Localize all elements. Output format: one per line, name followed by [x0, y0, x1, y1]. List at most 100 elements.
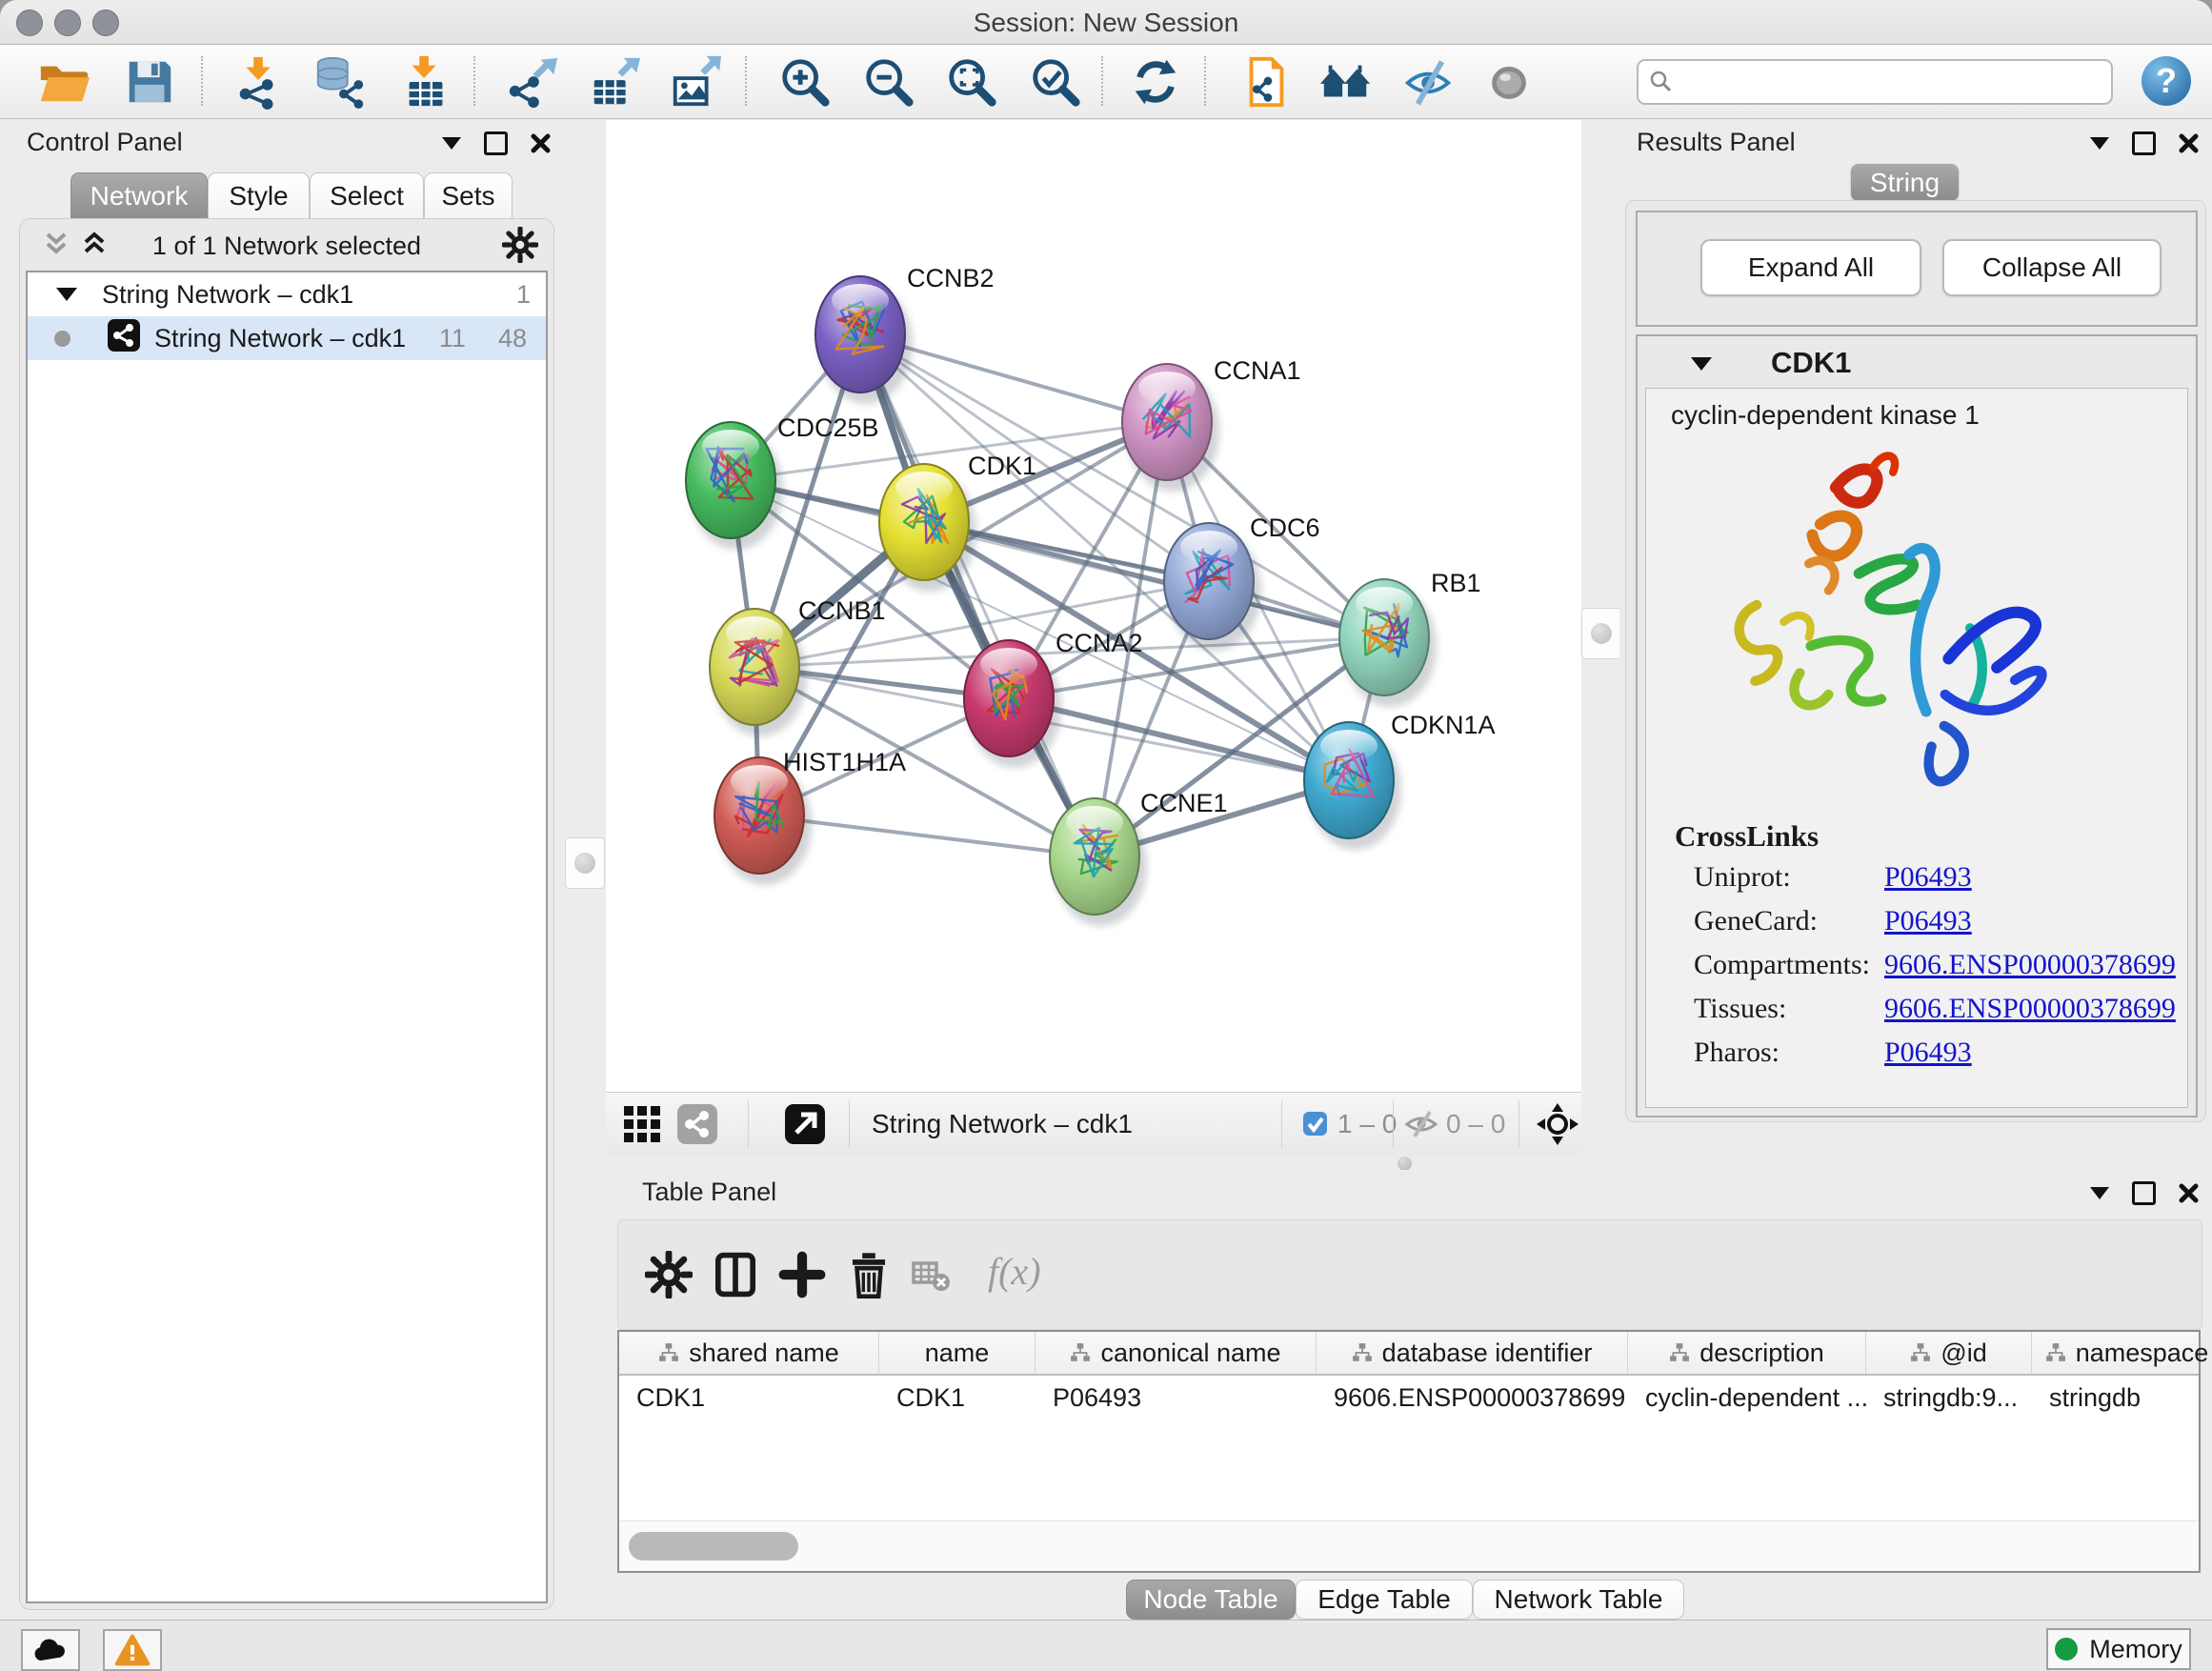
hide-graphics-details-icon[interactable] — [1399, 54, 1458, 110]
table-cell[interactable]: cyclin-dependent ... — [1628, 1376, 1866, 1419]
table-cell[interactable]: 9606.ENSP00000378699 — [1317, 1376, 1628, 1419]
search-input[interactable] — [1682, 63, 2103, 99]
panel-menu-icon[interactable] — [442, 137, 461, 150]
crosslink-value-link[interactable]: P06493 — [1884, 1037, 1972, 1069]
control-panel-title: Control Panel — [27, 128, 183, 157]
export-network-icon[interactable] — [504, 54, 563, 110]
table-cell[interactable]: P06493 — [1036, 1376, 1317, 1419]
table-cell[interactable]: CDK1 — [879, 1376, 1036, 1419]
table-horizontal-scrollbar[interactable] — [619, 1520, 2199, 1571]
table-cell[interactable]: stringdb — [2032, 1376, 2212, 1419]
memory-button[interactable]: Memory — [2046, 1628, 2191, 1670]
network-graph[interactable]: CCNB2CCNA1CDC25BCDK1CDC6RB1CCNB1CCNA2CDK… — [606, 120, 1581, 1092]
hidden-eye-icon[interactable] — [1404, 1109, 1438, 1144]
right-splitter-handle[interactable] — [1581, 608, 1621, 659]
node-RB1[interactable] — [1339, 579, 1437, 707]
string-view-icon[interactable] — [676, 1103, 718, 1150]
export-image-icon[interactable] — [666, 54, 725, 110]
panel-close-icon[interactable] — [2179, 133, 2199, 153]
node-CDC6[interactable] — [1164, 523, 1261, 651]
entry-collapse-icon[interactable] — [1691, 357, 1712, 371]
edge-CCNB2-CCNE1[interactable] — [860, 334, 1095, 856]
create-column-icon[interactable] — [778, 1251, 826, 1299]
network-canvas[interactable]: CCNB2CCNA1CDC25BCDK1CDC6RB1CCNB1CCNA2CDK… — [606, 120, 1581, 1092]
navigator-crosshair-icon[interactable] — [1536, 1102, 1579, 1151]
column-header-canonical-name[interactable]: canonical name — [1036, 1332, 1317, 1374]
column-header-shared-name[interactable]: shared name — [619, 1332, 879, 1374]
tab-style[interactable]: Style — [208, 172, 310, 219]
table-cell[interactable]: CDK1 — [619, 1376, 879, 1419]
crosslink-value-link[interactable]: P06493 — [1884, 905, 1972, 937]
tab-node-table[interactable]: Node Table — [1126, 1580, 1296, 1620]
delete-column-icon[interactable] — [845, 1251, 893, 1299]
tab-string[interactable]: String — [1851, 164, 1959, 201]
node-CDC25B[interactable] — [686, 422, 783, 550]
node-CCNA2[interactable] — [964, 640, 1061, 768]
table-row[interactable]: CDK1CDK1P064939606.ENSP00000378699cyclin… — [619, 1376, 2199, 1419]
tab-sets[interactable]: Sets — [424, 172, 513, 219]
right-splitter[interactable] — [1581, 120, 1619, 1155]
zoom-selected-icon[interactable] — [1026, 54, 1085, 110]
table-cell[interactable]: stringdb:9... — [1866, 1376, 2032, 1419]
help-icon[interactable]: ? — [2140, 54, 2193, 108]
view-grid-icon[interactable] — [622, 1104, 662, 1149]
left-splitter[interactable] — [564, 120, 606, 1155]
collection-collapse-icon[interactable] — [56, 288, 77, 301]
crosslink-value-link[interactable]: P06493 — [1884, 861, 1972, 894]
cloud-status-button[interactable] — [21, 1629, 80, 1671]
open-session-icon[interactable] — [34, 54, 93, 110]
panel-close-icon[interactable] — [531, 133, 551, 153]
results-panel: Results Panel String Expand All Collapse… — [1619, 120, 2212, 1155]
node-CCNE1[interactable] — [1050, 798, 1147, 926]
detach-view-icon[interactable] — [784, 1103, 826, 1150]
zoom-out-icon[interactable] — [859, 54, 918, 110]
scrollbar-thumb[interactable] — [629, 1532, 798, 1560]
tab-network-table[interactable]: Network Table — [1473, 1580, 1684, 1620]
horizontal-splitter-handle[interactable] — [1398, 1157, 1412, 1171]
tab-network[interactable]: Network — [70, 172, 208, 219]
panel-menu-icon[interactable] — [2090, 137, 2109, 150]
node-CDKN1A[interactable] — [1304, 722, 1401, 850]
node-CCNB1[interactable] — [710, 609, 807, 736]
panel-close-icon[interactable] — [2179, 1183, 2199, 1203]
column-header-name[interactable]: name — [879, 1332, 1036, 1374]
selected-checkbox-icon[interactable] — [1302, 1111, 1328, 1141]
tab-edge-table[interactable]: Edge Table — [1296, 1580, 1473, 1620]
string-home-icon[interactable] — [1317, 54, 1376, 110]
zoom-fit-icon[interactable] — [942, 54, 1001, 110]
node-HIST1H1A[interactable] — [714, 757, 812, 885]
import-network-file-icon[interactable] — [230, 54, 289, 110]
search-field[interactable] — [1637, 59, 2113, 105]
zoom-in-icon[interactable] — [775, 54, 835, 110]
import-network-database-icon[interactable] — [311, 54, 370, 110]
crosslink-value-link[interactable]: 9606.ENSP00000378699 — [1884, 949, 2176, 981]
network-collection-row[interactable]: String Network – cdk1 1 — [28, 272, 546, 316]
left-splitter-handle[interactable] — [565, 837, 605, 889]
column-header-database-identifier[interactable]: database identifier — [1317, 1332, 1628, 1374]
warnings-button[interactable] — [103, 1629, 162, 1671]
panel-float-icon[interactable] — [2132, 131, 2156, 155]
column-header-namespace[interactable]: namespace — [2032, 1332, 2212, 1374]
apply-preferred-layout-icon[interactable] — [1126, 54, 1185, 110]
tab-select[interactable]: Select — [310, 172, 424, 219]
import-string-network-icon[interactable] — [1237, 54, 1297, 110]
node-CCNB2[interactable] — [815, 276, 913, 404]
table-mode-gear-icon[interactable] — [645, 1251, 693, 1299]
show-graphics-details-icon[interactable] — [1480, 54, 1539, 110]
panel-float-icon[interactable] — [484, 131, 508, 155]
table-panel-title: Table Panel — [642, 1178, 776, 1207]
column-header-description[interactable]: description — [1628, 1332, 1866, 1374]
save-session-icon[interactable] — [120, 54, 179, 110]
crosslink-value-link[interactable]: 9606.ENSP00000378699 — [1884, 993, 2176, 1025]
import-table-file-icon[interactable] — [396, 54, 455, 110]
network-options-gear-icon[interactable] — [502, 227, 538, 268]
column-header-@id[interactable]: @id — [1866, 1332, 2032, 1374]
export-table-icon[interactable] — [585, 54, 644, 110]
column-header-label: shared name — [689, 1339, 839, 1368]
panel-float-icon[interactable] — [2132, 1181, 2156, 1205]
expand-all-button[interactable]: Expand All — [1700, 239, 1921, 296]
collapse-all-button[interactable]: Collapse All — [1942, 239, 2162, 296]
show-columns-icon[interactable] — [712, 1251, 759, 1299]
network-row[interactable]: String Network – cdk1 11 48 — [28, 316, 546, 360]
panel-menu-icon[interactable] — [2090, 1187, 2109, 1199]
